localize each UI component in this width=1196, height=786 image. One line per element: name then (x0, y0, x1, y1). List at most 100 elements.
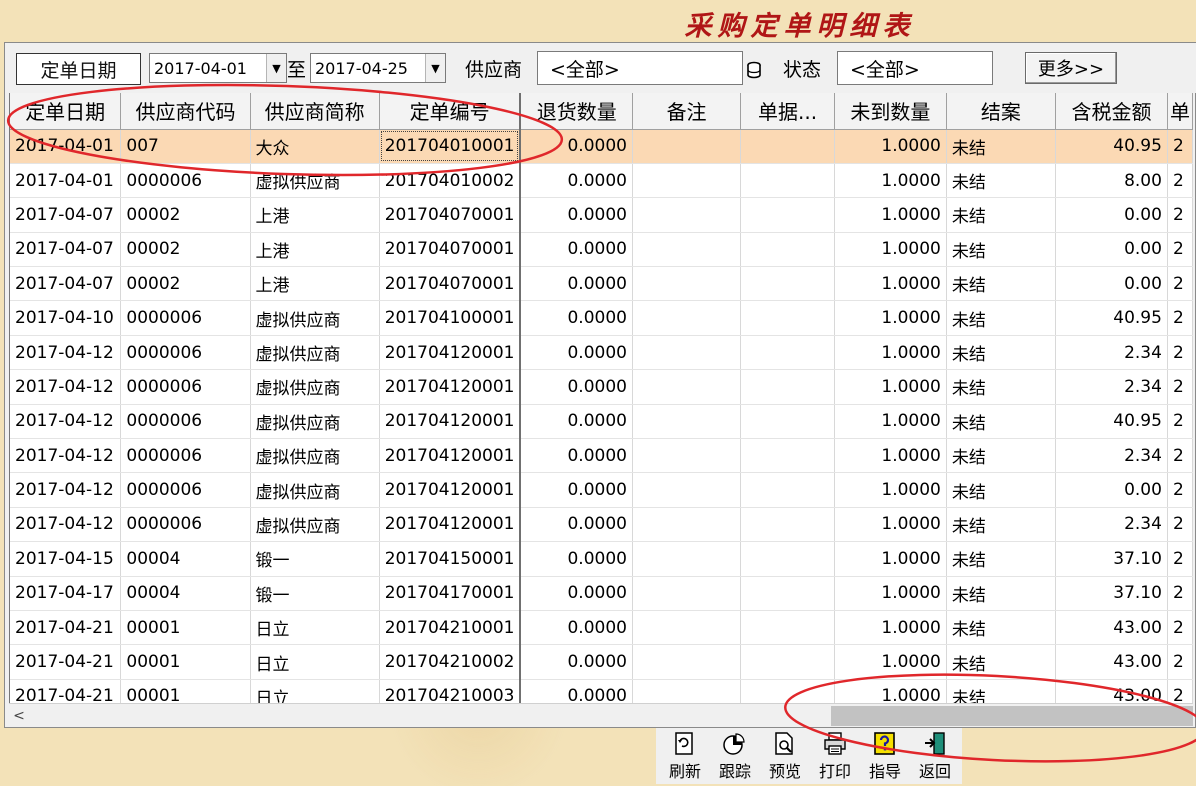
column-header[interactable]: 定单编号 (379, 93, 522, 130)
table-cell[interactable]: 1.0000 (834, 404, 947, 440)
table-cell[interactable]: 2017-04-07 (10, 232, 122, 268)
column-header[interactable]: 定单日期 (10, 93, 122, 130)
table-cell[interactable]: 43.00 (1055, 610, 1168, 646)
table-cell[interactable]: 2 (1167, 644, 1193, 680)
chevron-down-icon[interactable]: ▼ (266, 54, 286, 82)
table-cell[interactable]: 未结 (946, 335, 1056, 371)
table-row[interactable]: 2017-04-01 0000006 虚拟供应商 201704010002 0.0000… (10, 163, 1193, 199)
preview-button[interactable]: 预览 (760, 728, 810, 784)
table-cell[interactable]: 43.00 (1055, 679, 1168, 703)
table-cell[interactable] (632, 438, 742, 474)
table-cell[interactable] (740, 541, 835, 577)
table-cell[interactable]: 锻一 (250, 576, 380, 611)
table-cell[interactable]: 1.0000 (834, 438, 947, 474)
table-cell[interactable]: 未结 (946, 576, 1056, 611)
table-cell[interactable] (632, 300, 742, 336)
table-cell[interactable]: 2 (1167, 335, 1193, 371)
table-cell[interactable]: 未结 (946, 369, 1056, 405)
table-cell[interactable]: 201704120001 (379, 438, 522, 474)
table-cell[interactable]: 00002 (120, 197, 251, 233)
supplier-input[interactable]: <全部> (537, 51, 743, 85)
table-cell[interactable]: 0.00 (1055, 472, 1168, 508)
column-header[interactable]: 单据... (740, 93, 835, 130)
column-header[interactable]: 含税金额 (1055, 93, 1168, 130)
table-cell[interactable] (632, 644, 742, 680)
table-cell[interactable]: 201704120001 (379, 472, 522, 508)
table-cell[interactable]: 37.10 (1055, 541, 1168, 577)
exit-button[interactable]: 返回 (910, 728, 960, 784)
table-cell[interactable] (740, 472, 835, 508)
table-cell[interactable]: 0.0000 (520, 163, 633, 199)
table-cell[interactable]: 未结 (946, 541, 1056, 577)
table-cell[interactable]: 37.10 (1055, 576, 1168, 611)
table-cell[interactable]: 0.0000 (520, 404, 633, 440)
table-cell[interactable]: 未结 (946, 438, 1056, 474)
table-cell[interactable]: 虚拟供应商 (250, 472, 380, 508)
table-cell[interactable]: 1.0000 (834, 266, 947, 302)
table-cell[interactable] (632, 541, 742, 577)
table-cell[interactable]: 201704070001 (379, 266, 522, 302)
table-row[interactable]: 2017-04-12 0000006 虚拟供应商 201704120001 0.0000… (10, 404, 1193, 440)
table-cell[interactable]: 0.0000 (520, 369, 633, 405)
table-cell[interactable] (740, 438, 835, 474)
table-cell[interactable]: 0.0000 (520, 266, 633, 302)
table-cell[interactable]: 1.0000 (834, 163, 947, 199)
table-cell[interactable]: 8.00 (1055, 163, 1168, 199)
table-cell[interactable] (740, 197, 835, 233)
table-cell[interactable]: 2 (1167, 129, 1193, 164)
table-cell[interactable]: 0.0000 (520, 610, 633, 646)
table-cell[interactable]: 未结 (946, 163, 1056, 199)
table-cell[interactable]: 2 (1167, 266, 1193, 302)
table-cell[interactable]: 1.0000 (834, 610, 947, 646)
table-cell[interactable]: 1.0000 (834, 507, 947, 543)
table-cell[interactable]: 2017-04-12 (10, 335, 122, 371)
table-row[interactable]: 2017-04-15 00004 锻一 201704150001 0.0000 1.000… (10, 541, 1193, 577)
table-cell[interactable]: 0.0000 (520, 197, 633, 233)
table-row[interactable]: 2017-04-17 00004 锻一 201704170001 0.0000 1.000… (10, 576, 1193, 611)
table-cell[interactable]: 201704120001 (379, 369, 522, 405)
table-cell[interactable]: 0000006 (120, 438, 251, 474)
table-cell[interactable]: 虚拟供应商 (250, 163, 380, 199)
status-input[interactable]: <全部> (837, 51, 993, 85)
table-cell[interactable] (632, 472, 742, 508)
order-grid[interactable]: 定单日期 供应商代码 供应商简称 定单编号 退货数量 备注 单据... 未到数量 结案 含税金额单… (9, 93, 1193, 703)
table-cell[interactable]: 0.0000 (520, 576, 633, 611)
table-cell[interactable]: 40.95 (1055, 300, 1168, 336)
table-row[interactable]: 2017-04-12 0000006 虚拟供应商 201704120001 0.0000… (10, 369, 1193, 405)
column-header[interactable]: 单 (1167, 93, 1193, 130)
table-cell[interactable] (740, 266, 835, 302)
table-cell[interactable]: 43.00 (1055, 644, 1168, 680)
table-cell[interactable]: 2017-04-15 (10, 541, 122, 577)
table-cell[interactable] (740, 163, 835, 199)
table-cell[interactable]: 未结 (946, 232, 1056, 268)
table-cell[interactable]: 1.0000 (834, 232, 947, 268)
table-cell[interactable]: 00002 (120, 266, 251, 302)
table-cell[interactable]: 0.00 (1055, 197, 1168, 233)
table-cell[interactable]: 未结 (946, 472, 1056, 508)
table-cell[interactable]: 2017-04-12 (10, 472, 122, 508)
table-cell[interactable]: 1.0000 (834, 129, 947, 164)
chevron-down-icon[interactable]: ▼ (425, 54, 445, 82)
database-lookup-icon[interactable] (746, 61, 762, 79)
table-cell[interactable]: 日立 (250, 679, 380, 703)
table-cell[interactable]: 2 (1167, 541, 1193, 577)
table-cell[interactable]: 0000006 (120, 404, 251, 440)
table-cell[interactable]: 2.34 (1055, 335, 1168, 371)
table-cell[interactable]: 00004 (120, 541, 251, 577)
table-cell[interactable]: 201704120001 (379, 507, 522, 543)
table-cell[interactable]: 201704010001 (379, 129, 522, 164)
table-cell[interactable] (740, 232, 835, 268)
table-cell[interactable]: 2.34 (1055, 438, 1168, 474)
table-cell[interactable]: 1.0000 (834, 335, 947, 371)
table-cell[interactable]: 未结 (946, 679, 1056, 703)
track-button[interactable]: 跟踪 (710, 728, 760, 784)
table-cell[interactable]: 0000006 (120, 335, 251, 371)
table-cell[interactable]: 虚拟供应商 (250, 507, 380, 543)
table-cell[interactable]: 2 (1167, 472, 1193, 508)
table-cell[interactable]: 00001 (120, 644, 251, 680)
table-cell[interactable] (740, 300, 835, 336)
table-cell[interactable]: 2017-04-12 (10, 369, 122, 405)
table-cell[interactable]: 2017-04-12 (10, 438, 122, 474)
table-cell[interactable]: 0.0000 (520, 541, 633, 577)
table-cell[interactable] (632, 232, 742, 268)
